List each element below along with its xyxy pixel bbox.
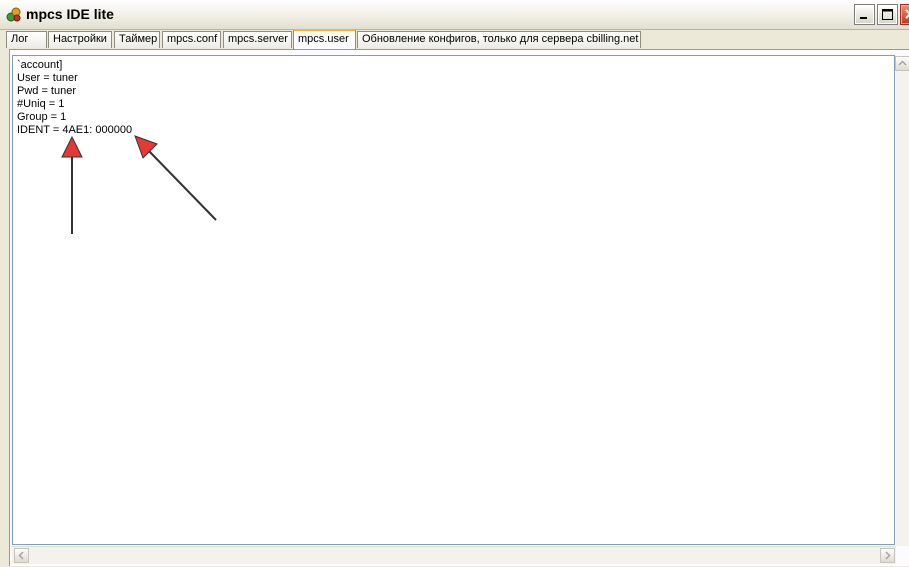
scroll-left-button[interactable]: [14, 548, 29, 563]
scroll-right-button[interactable]: [880, 548, 895, 563]
editor-line: IDENT = 4AE1: 000000: [17, 124, 133, 136]
editor-line: User = tuner: [17, 72, 78, 84]
minimize-icon: [860, 17, 867, 19]
app-icon: [5, 6, 22, 23]
tab-strip: Лог Настройки Таймер mpcs.conf mpcs.serv…: [0, 29, 909, 49]
editor-line: Group = 1: [17, 111, 67, 123]
config-text-editor[interactable]: `account] User = tuner Pwd = tuner #Uniq…: [12, 55, 895, 545]
minimize-button[interactable]: [854, 4, 875, 25]
tab-settings[interactable]: Настройки: [48, 31, 112, 48]
tab-mpcs-server[interactable]: mpcs.server: [223, 31, 292, 48]
editor-content: `account] User = tuner Pwd = tuner #Uniq…: [17, 59, 132, 137]
close-icon: [905, 9, 909, 19]
horizontal-scrollbar[interactable]: [12, 546, 896, 564]
chevron-right-icon: [885, 551, 891, 560]
chevron-up-icon: [898, 60, 907, 66]
tab-config-update[interactable]: Обновление конфигов, только для сервера …: [357, 31, 641, 48]
tab-mpcs-user[interactable]: mpcs.user: [293, 29, 356, 49]
tab-log[interactable]: Лог: [6, 31, 47, 48]
editor-line: #Uniq = 1: [17, 98, 65, 110]
title-bar[interactable]: mpcs IDE lite: [0, 0, 909, 30]
chevron-left-icon: [18, 551, 24, 560]
maximize-button[interactable]: [877, 4, 898, 25]
editor-line: `account]: [17, 59, 63, 71]
scroll-up-button[interactable]: [895, 56, 909, 71]
tab-mpcs-conf[interactable]: mpcs.conf: [162, 31, 221, 48]
editor-line: Pwd = tuner: [17, 85, 77, 97]
window-title: mpcs IDE lite: [26, 6, 114, 22]
close-button[interactable]: [900, 4, 909, 25]
tab-timer[interactable]: Таймер: [114, 31, 160, 48]
vertical-scrollbar[interactable]: [895, 56, 909, 546]
maximize-icon: [882, 9, 893, 20]
